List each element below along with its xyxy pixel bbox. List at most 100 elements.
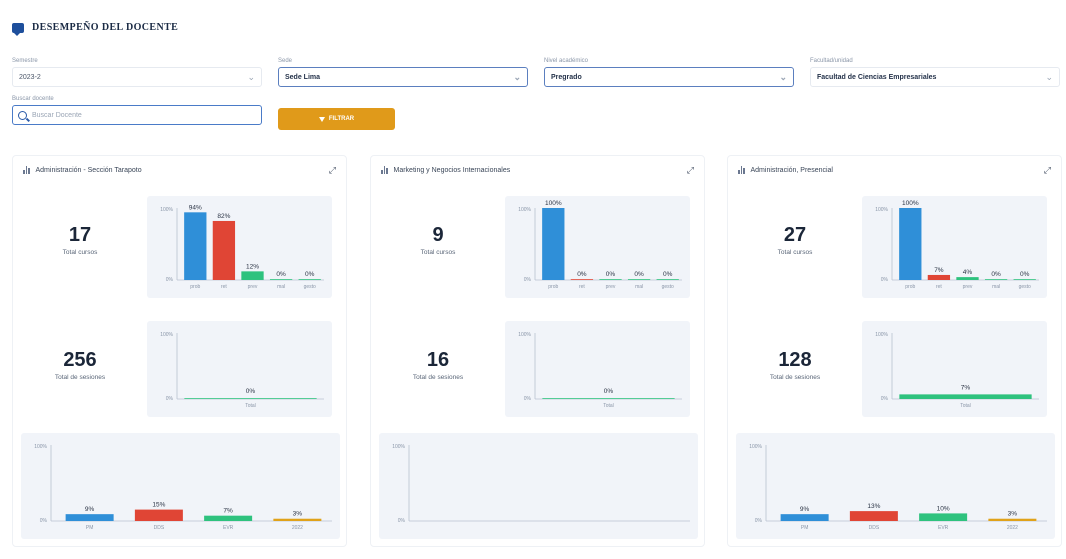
- courses-chart-svg: 100% 0% 100% prob 0% ret 0% prev 0% mal 0% gesto: [518, 200, 682, 290]
- chevron-down-icon: ⌄: [779, 71, 787, 82]
- y-tick-max: 100%: [518, 332, 531, 338]
- y-tick-min: 0%: [755, 518, 763, 524]
- x-tick-label: gesto: [662, 284, 674, 290]
- faculty-select[interactable]: Facultad de Ciencias Empresariales ⌄: [810, 67, 1060, 87]
- search-placeholder: Buscar Docente: [32, 111, 82, 119]
- bar-DDS[interactable]: [849, 511, 898, 521]
- bar-value-label: 100%: [902, 200, 919, 207]
- campus-panel: Administración - Sección Tarapoto ⤢ 17 T…: [12, 155, 347, 547]
- bar-EVR[interactable]: [919, 513, 968, 521]
- y-tick-max: 100%: [160, 207, 173, 213]
- total-courses-label: Total cursos: [62, 249, 98, 256]
- x-tick-label: prev: [963, 284, 973, 290]
- bar-mal[interactable]: [627, 279, 651, 280]
- x-tick-label: 2022: [292, 525, 303, 531]
- campus-panel: Administración, Presencial ⤢ 27 Total cu…: [727, 155, 1062, 547]
- y-tick-min: 0%: [524, 277, 532, 283]
- x-tick-label: prev: [606, 284, 616, 290]
- bar-PM[interactable]: [65, 514, 114, 521]
- bar-2022[interactable]: [273, 518, 322, 521]
- panel-header: Administración - Sección Tarapoto ⤢: [13, 156, 346, 184]
- bar-ret[interactable]: [927, 274, 951, 280]
- y-tick-max: 100%: [875, 207, 888, 213]
- breakdown-chart-svg: 100% 0%: [392, 444, 690, 524]
- bar-value-label: 4%: [963, 269, 973, 276]
- panel-title-group: Administración - Sección Tarapoto: [23, 166, 142, 174]
- expand-icon[interactable]: ⤢: [687, 165, 694, 176]
- filter-button-label: FILTRAR: [328, 116, 355, 122]
- y-tick-min: 0%: [881, 277, 889, 283]
- chevron-down-icon: ⌄: [1045, 71, 1053, 82]
- y-tick-min: 0%: [524, 396, 532, 402]
- bar-total[interactable]: [184, 398, 317, 399]
- x-tick-label: Total: [245, 403, 256, 409]
- bar-prev[interactable]: [599, 279, 622, 280]
- x-tick-label: Total: [603, 403, 614, 409]
- total-courses-label: Total cursos: [420, 249, 456, 256]
- courses-row: 17 Total cursos 100% 0% 94% prob 82% ret 12% pr…: [21, 194, 340, 302]
- bar-value-label: 9%: [800, 506, 810, 513]
- sessions-chart-svg: 100% 0% 7% Total: [875, 332, 1039, 409]
- total-sessions-value: 128: [778, 349, 812, 371]
- bar-value-label: 9%: [85, 506, 95, 513]
- bar-value-label: 7%: [223, 508, 233, 515]
- courses-stat: 17 Total cursos: [21, 224, 139, 256]
- semester-select[interactable]: 2023-2 ⌄: [12, 67, 262, 87]
- panel-title-group: Administración, Presencial: [738, 166, 833, 174]
- bar-prob[interactable]: [899, 208, 922, 280]
- x-tick-label: PM: [801, 525, 809, 531]
- bar-gesto[interactable]: [298, 279, 321, 280]
- bar-prob[interactable]: [542, 208, 565, 280]
- sessions-stat: 16 Total de sesiones: [379, 349, 497, 381]
- expand-icon[interactable]: ⤢: [329, 165, 336, 176]
- total-sessions-value: 256: [63, 349, 97, 371]
- bar-mal[interactable]: [269, 279, 293, 280]
- bar-2022[interactable]: [988, 518, 1037, 521]
- bar-mal[interactable]: [984, 279, 1008, 280]
- panel-title-group: Marketing y Negocios Internacionales: [381, 166, 510, 174]
- bar-ret[interactable]: [570, 279, 594, 280]
- semester-filter: Semestre 2023-2 ⌄: [12, 58, 262, 87]
- expand-icon[interactable]: ⤢: [1044, 165, 1051, 176]
- sessions-row: 128 Total de sesiones 100% 0% 7% Total: [736, 319, 1055, 427]
- breakdown-chart: 100% 0%: [379, 433, 698, 539]
- courses-row: 9 Total cursos 100% 0% 100% prob 0% ret 0% prev…: [379, 194, 698, 302]
- page-title: DESEMPEÑO DEL DOCENTE: [32, 22, 179, 33]
- x-tick-label: Total: [960, 403, 971, 409]
- bar-value-label: 0%: [246, 388, 256, 395]
- bar-DDS[interactable]: [134, 509, 183, 521]
- y-tick-max: 100%: [875, 332, 888, 338]
- filter-button[interactable]: FILTRAR: [278, 108, 395, 130]
- x-tick-label: ret: [936, 284, 942, 290]
- x-tick-label: mal: [635, 284, 643, 290]
- bar-gesto[interactable]: [1013, 279, 1036, 280]
- sessions-row: 256 Total de sesiones 100% 0% 0% Total: [21, 319, 340, 427]
- level-label: Nivel académico: [544, 58, 589, 64]
- bar-total[interactable]: [542, 398, 675, 399]
- level-select[interactable]: Pregrado ⌄: [544, 67, 794, 87]
- sessions-chart-svg: 100% 0% 0% Total: [518, 332, 682, 409]
- panel-title: Marketing y Negocios Internacionales: [393, 166, 511, 174]
- bar-prob[interactable]: [184, 212, 207, 280]
- bar-prev[interactable]: [956, 277, 979, 280]
- sessions-row: 16 Total de sesiones 100% 0% 0% Total: [379, 319, 698, 427]
- bar-EVR[interactable]: [204, 515, 253, 521]
- bar-value-label: 10%: [937, 505, 950, 512]
- level-value: Pregrado: [551, 73, 582, 81]
- bar-PM[interactable]: [780, 514, 829, 521]
- total-courses-value: 27: [783, 224, 807, 246]
- courses-chart: 100% 0% 94% prob 82% ret 12% prev 0% mal 0% gesto: [147, 196, 332, 298]
- x-tick-label: prev: [248, 284, 258, 290]
- campus-select[interactable]: Sede Lima ⌄: [278, 67, 528, 87]
- panel-header: Marketing y Negocios Internacionales ⤢: [371, 156, 704, 184]
- bar-prev[interactable]: [241, 271, 264, 280]
- bar-gesto[interactable]: [656, 279, 679, 280]
- search-input[interactable]: Buscar Docente: [12, 105, 262, 125]
- sessions-chart: 100% 0% 0% Total: [147, 321, 332, 417]
- bar-total[interactable]: [899, 394, 1032, 399]
- y-tick-max: 100%: [518, 207, 531, 213]
- x-tick-label: gesto: [304, 284, 316, 290]
- bar-ret[interactable]: [212, 220, 236, 280]
- bar-value-label: 0%: [634, 271, 644, 278]
- bar-value-label: 0%: [305, 271, 315, 278]
